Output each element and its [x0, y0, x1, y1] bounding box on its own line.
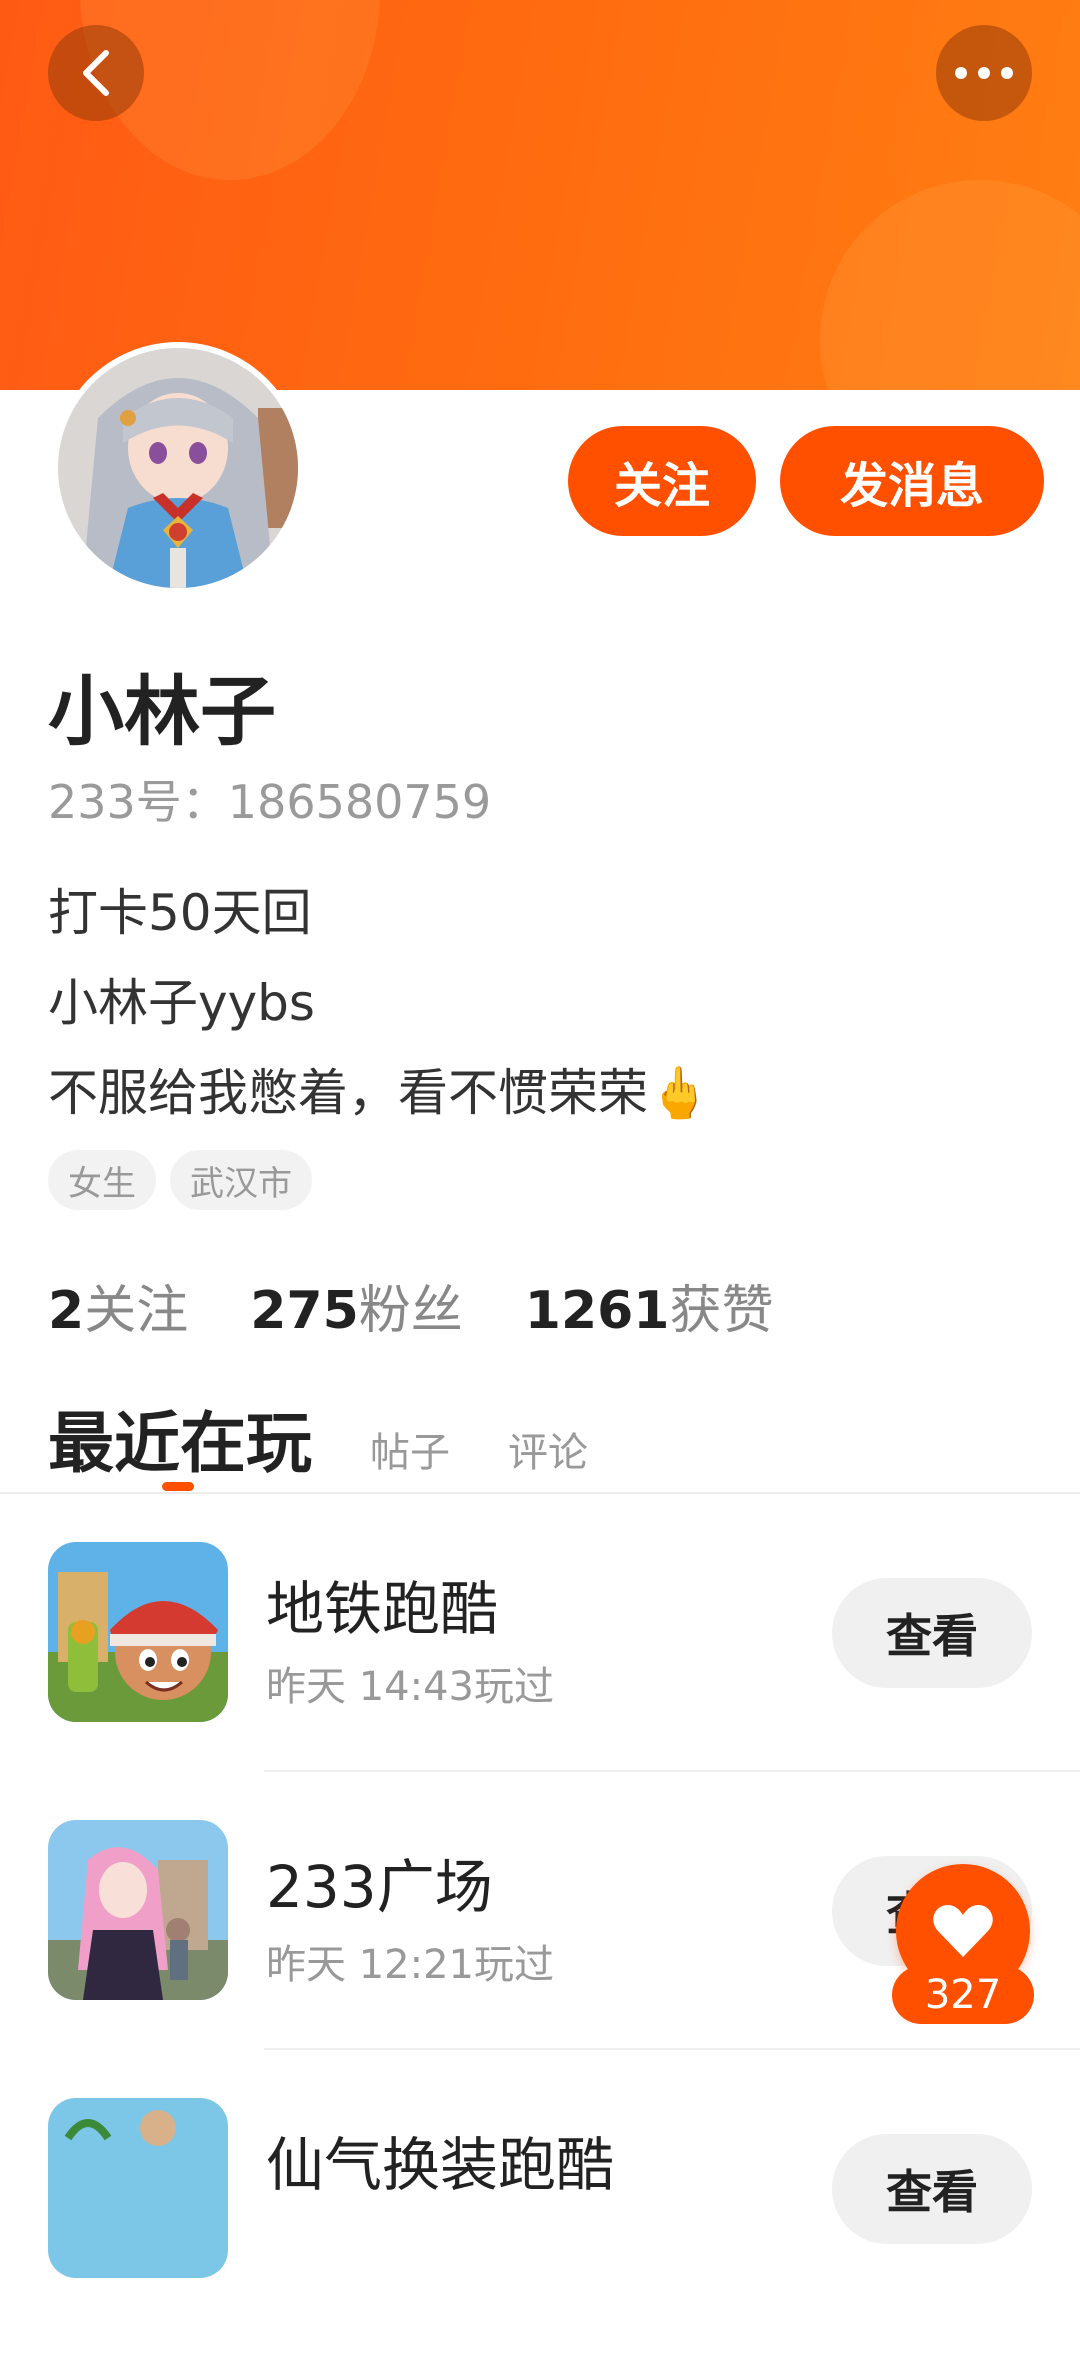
tab-posts[interactable]: 帖子	[370, 1420, 450, 1478]
subway-surfers-icon	[48, 1542, 228, 1722]
view-button[interactable]: 查看	[832, 1578, 1032, 1688]
dress-up-parkour-icon	[48, 2098, 228, 2278]
bio-line: 小林子yybs	[48, 974, 315, 1032]
active-tab-indicator	[162, 1482, 194, 1491]
like-count: 327	[892, 1966, 1034, 2024]
game-item[interactable]: 地铁跑酷 昨天 14:43玩过 查看	[0, 1542, 1080, 1820]
gender-tag: 女生	[48, 1150, 156, 1210]
233-plaza-icon	[48, 1820, 228, 2000]
follow-button[interactable]: 关注	[568, 426, 756, 536]
last-played-time: 昨天 12:21玩过	[266, 1942, 554, 1988]
stat-label: 关注	[84, 1281, 189, 1341]
row-divider	[264, 1770, 1080, 1772]
profile-tags: 女生 武汉市	[48, 1150, 312, 1210]
following-stat[interactable]: 2关注	[48, 1268, 188, 1343]
location-tag: 武汉市	[170, 1150, 312, 1210]
game-title: 233广场	[266, 1853, 493, 1921]
chevron-left-icon	[83, 50, 109, 96]
profile-bio: 打卡50天回 小林子yybs 不服给我憋着，看不惯荣荣🖕	[48, 868, 710, 1138]
followers-stat[interactable]: 275粉丝	[250, 1268, 463, 1343]
send-message-button[interactable]: 发消息	[780, 426, 1044, 536]
profile-banner	[0, 0, 1080, 390]
game-title: 地铁跑酷	[266, 1575, 499, 1643]
more-dots-icon	[955, 67, 1013, 79]
game-item[interactable]: 仙气换装跑酷 查看	[0, 2098, 1080, 2376]
user-id: 233号：186580759	[48, 775, 492, 829]
more-button[interactable]	[936, 25, 1032, 121]
profile-tabs: 最近在玩 帖子 评论	[48, 1390, 588, 1486]
anime-girl-avatar	[58, 348, 298, 588]
likes-stat: 1261获赞	[525, 1268, 774, 1343]
profile-stats: 2关注 275粉丝 1261获赞	[48, 1268, 836, 1343]
bio-line: 打卡50天回	[48, 884, 312, 942]
tab-recently-played[interactable]: 最近在玩	[48, 1390, 312, 1486]
stat-label: 获赞	[669, 1281, 774, 1341]
view-button[interactable]: 查看	[832, 2134, 1032, 2244]
game-title: 仙气换装跑酷	[266, 2131, 615, 2199]
avatar[interactable]	[52, 342, 304, 594]
banner-decoration	[820, 180, 1080, 390]
stat-label: 粉丝	[358, 1281, 463, 1341]
profile-name: 小林子	[48, 667, 276, 756]
stat-number: 2	[48, 1281, 85, 1341]
back-button[interactable]	[48, 25, 144, 121]
row-divider	[264, 2048, 1080, 2050]
stat-number: 275	[250, 1281, 359, 1341]
heart-icon	[933, 1905, 993, 1957]
tab-divider	[0, 1492, 1080, 1494]
stat-number: 1261	[524, 1281, 670, 1341]
tab-comments[interactable]: 评论	[508, 1420, 588, 1478]
last-played-time: 昨天 14:43玩过	[266, 1664, 554, 1710]
bio-line: 不服给我憋着，看不惯荣荣🖕	[48, 1064, 711, 1122]
